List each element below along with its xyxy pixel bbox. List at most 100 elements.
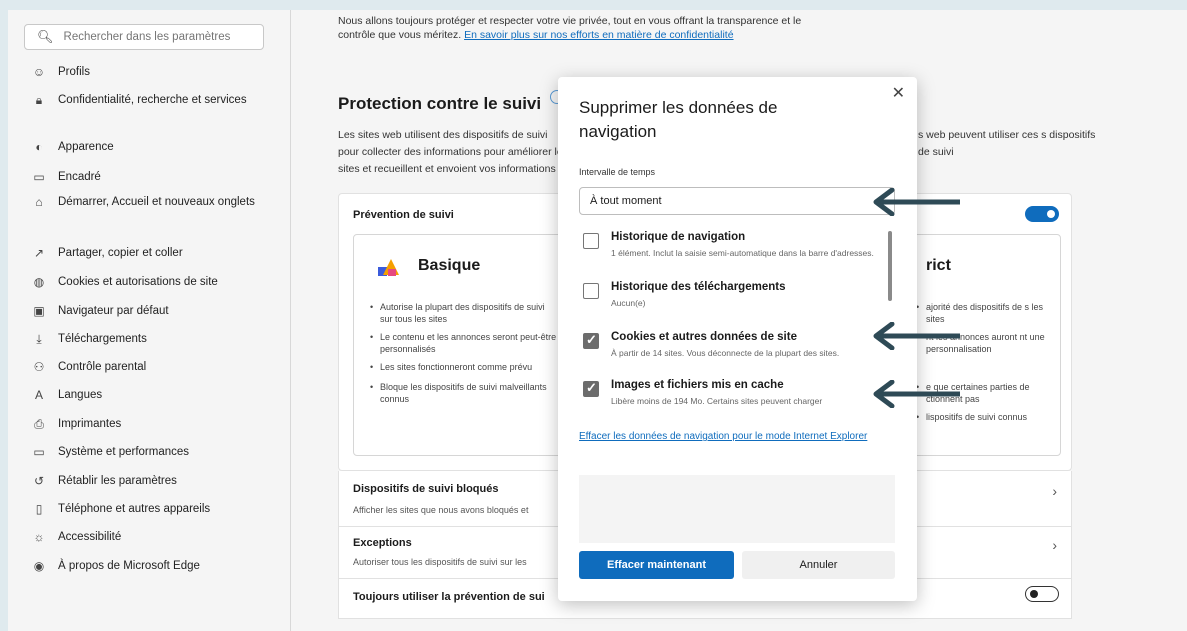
search-box[interactable]: 🔍︎ (24, 24, 264, 50)
arrow-left-icon (873, 380, 960, 408)
sidebar-item[interactable]: ⎙ Imprimantes (30, 417, 270, 432)
page-title: Protection contre le suivi (338, 94, 542, 113)
sidebar-item-label: À propos de Microsoft Edge (58, 560, 200, 572)
option-title: Historique de navigation (611, 231, 746, 243)
inprivate-toggle[interactable] (1025, 586, 1059, 602)
sidebar-item[interactable]: ☼ Accessibilité (30, 530, 270, 545)
sidebar-item-label: Apparence (58, 141, 114, 153)
option-subtitle: À partir de 14 sites. Vous déconnecte de… (611, 348, 840, 358)
basic-bullet: Le contenu et les annonces seront peut-ê… (370, 331, 558, 355)
strict-title: rict (926, 257, 951, 274)
appearance-icon: ◐ (35, 140, 43, 154)
privacy-link[interactable]: En savoir plus sur nos efforts en matièr… (464, 29, 733, 41)
phone-icon: ▯ (35, 502, 43, 516)
printer-icon: ⎙ (34, 417, 44, 431)
sidebar-item[interactable]: ◐ Apparence (30, 140, 270, 155)
checkbox[interactable] (583, 233, 599, 249)
clear-now-button[interactable]: Effacer maintenant (579, 551, 734, 579)
sidebar-item[interactable]: ◉ À propos de Microsoft Edge (30, 559, 270, 574)
option-subtitle: Libère moins de 194 Mo. Certains sites p… (611, 396, 823, 406)
chevron-right-icon: › (1052, 537, 1057, 553)
option-download-history[interactable]: Historique des téléchargements Aucun(e) (583, 281, 883, 317)
sidebar-item-label: Profils (58, 66, 90, 78)
search-icon: 🔍︎ (37, 29, 54, 44)
scrollbar[interactable] (888, 231, 892, 301)
download-icon: ⤓ (36, 332, 42, 346)
search-input[interactable] (63, 31, 254, 43)
tracking-description: Les sites web utilisent des dispositifs … (338, 129, 568, 175)
option-title: Historique des téléchargements (611, 281, 786, 293)
clear-data-dialog: Supprimer les données de navigation ✕ In… (558, 77, 917, 601)
cancel-button[interactable]: Annuler (742, 551, 895, 579)
option-title: Cookies et autres données de site (611, 331, 797, 343)
data-type-list: Historique de navigation 1 élément. Incl… (579, 227, 899, 415)
close-icon[interactable]: ✕ (892, 83, 905, 103)
tracking-description-right: s web peuvent utiliser ces s dispositifs… (918, 129, 1096, 158)
basic-title: Basique (418, 257, 481, 274)
sidebar-item[interactable]: ⚇ Contrôle parental (30, 360, 270, 375)
sidebar-item-label: Encadré (58, 171, 101, 183)
checkbox[interactable] (583, 332, 599, 349)
language-icon: A (34, 388, 43, 402)
sidebar-item[interactable]: ▭ Système et performances (30, 445, 270, 460)
basic-bullet: Autorise la plupart des dispositifs de s… (370, 301, 558, 325)
sidebar-item[interactable]: ⌂ Démarrer, Accueil et nouveaux onglets (30, 195, 270, 210)
sidebar-item[interactable]: ▯ Téléphone et autres appareils (30, 502, 270, 517)
inprivate-title: Toujours utiliser la prévention de sui (353, 591, 545, 603)
dialog-title: Supprimer les données de navigation (579, 98, 778, 141)
ie-mode-link[interactable]: Effacer les données de navigation pour l… (579, 429, 869, 445)
sidebar-item[interactable]: ↺ Rétablir les paramètres (30, 474, 270, 489)
sidebar-item-label: Navigateur par défaut (58, 305, 169, 317)
sidebar-item-label: Téléphone et autres appareils (58, 503, 211, 515)
basic-bullet: Bloque les dispositifs de suivi malveill… (370, 381, 558, 405)
checkbox[interactable] (583, 283, 599, 299)
share-icon: ↗ (33, 246, 45, 260)
laptop-icon: ▭ (33, 445, 45, 459)
sidebar-item-label: Accessibilité (58, 531, 122, 543)
sidebar-item-label: Langues (58, 389, 103, 401)
edge-icon: ◉ (33, 559, 45, 573)
sidebar-item[interactable]: ↗ Partager, copier et coller (30, 246, 270, 261)
option-browsing-history[interactable]: Historique de navigation 1 élément. Incl… (583, 231, 883, 275)
sidebar-item-label: Confidentialité, recherche et services (58, 94, 247, 106)
sidebar-item[interactable]: ☺ Profils (30, 65, 270, 80)
sidebar-item-label: Contrôle parental (58, 361, 147, 373)
arrow-left-icon (873, 188, 960, 216)
accessibility-icon: ☼ (33, 530, 45, 544)
reset-icon: ↺ (33, 474, 45, 488)
profile-icon: ☺ (32, 65, 46, 79)
sidebar-item[interactable]: ◍ Cookies et autorisations de site (30, 275, 270, 290)
sidebar-item[interactable]: 🔒︎ Confidentialité, recherche et services (30, 93, 270, 108)
checkbox[interactable] (583, 380, 599, 397)
strict-bullet: lispositifs de suivi connus (916, 411, 1054, 423)
home-icon: ⌂ (35, 195, 43, 209)
sidebar-item[interactable]: ⤓ Téléchargements (30, 332, 270, 347)
time-range-value: À tout moment (590, 195, 662, 207)
sidebar-item-label: Téléchargements (58, 333, 147, 345)
sidebar-item-label: Partager, copier et coller (58, 247, 183, 259)
time-range-label: Intervalle de temps (579, 167, 656, 177)
sidebar-item[interactable]: ▭ Encadré (30, 170, 270, 185)
family-icon: ⚇ (33, 360, 45, 374)
lock-icon: 🔒︎ (35, 93, 43, 107)
option-subtitle: 1 élément. Inclut la saisie semi-automat… (611, 248, 874, 258)
sidebar-item-label: Rétablir les paramètres (58, 475, 177, 487)
option-subtitle: Aucun(e) (611, 298, 646, 308)
time-range-select[interactable]: À tout moment ⌄ (579, 187, 895, 215)
sidebar-item-label: Cookies et autorisations de site (58, 276, 218, 288)
basic-option[interactable]: Basique Autorise la plupart des disposit… (353, 234, 563, 456)
arrow-left-icon (873, 322, 960, 350)
blocked-subtitle: Afficher les sites que nous avons bloqué… (353, 505, 529, 515)
sidebar-item[interactable]: A Langues (30, 388, 270, 403)
basic-bullet: Les sites fonctionneront comme prévu (370, 361, 558, 373)
sidebar-item-label: Système et performances (58, 446, 190, 458)
prevention-toggle[interactable] (1025, 206, 1059, 222)
sidebar: 🔍︎ ☺ Profils 🔒︎ Confidentialité, recherche … (8, 10, 291, 631)
cookie-icon: ◍ (33, 275, 45, 289)
privacy-text: Nous allons toujours protéger et respect… (338, 14, 838, 42)
option-cache[interactable]: Images et fichiers mis en cache Libère m… (583, 379, 883, 415)
sidebar-icon: ▭ (33, 170, 45, 184)
blocked-title: Dispositifs de suivi bloqués (353, 483, 499, 495)
sidebar-item[interactable]: ▣ Navigateur par défaut (30, 304, 270, 319)
option-cookies[interactable]: Cookies et autres données de site À part… (583, 331, 883, 375)
